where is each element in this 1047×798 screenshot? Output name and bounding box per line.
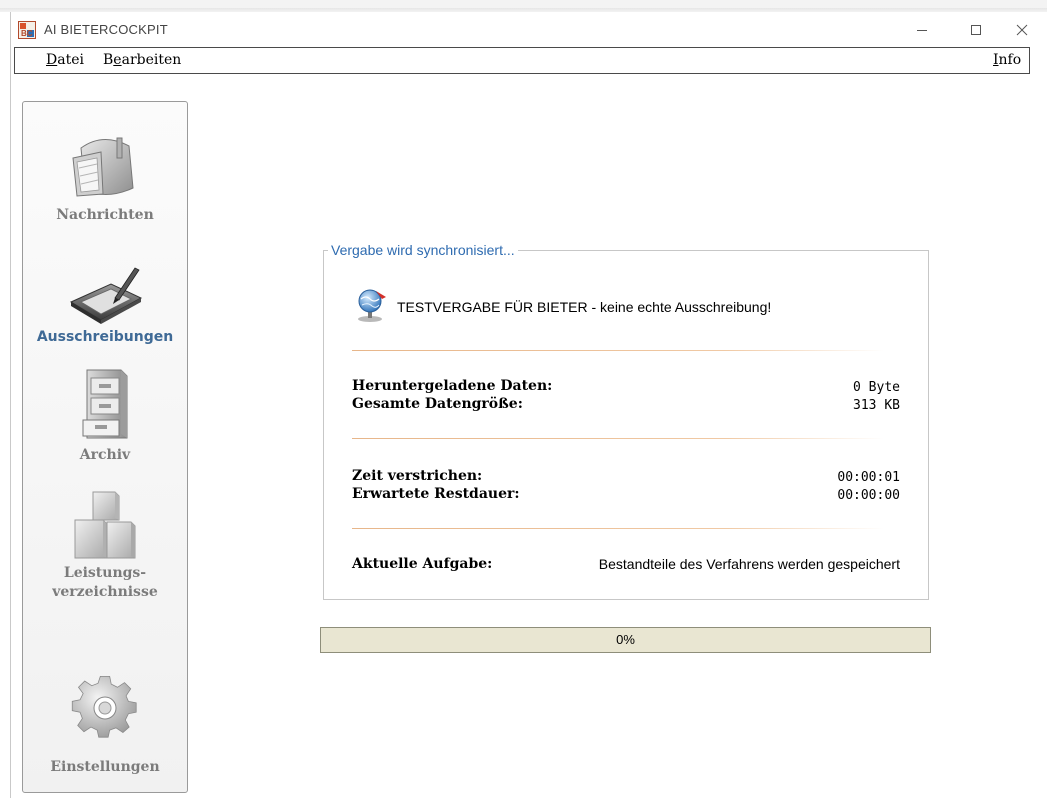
sync-progress-bar: 0%	[320, 627, 931, 653]
window-title: AI BIETERCOCKPIT	[44, 22, 168, 37]
menu-bar: Datei Bearbeiten Info	[14, 47, 1030, 74]
sidebar-item-label: verzeichnisse	[52, 584, 158, 600]
sidebar-item-ausschreibungen[interactable]: Ausschreibungen	[23, 242, 187, 352]
remaining-time-value: 00:00:00	[837, 488, 900, 503]
downloaded-data-label: Heruntergeladene Daten:	[352, 378, 553, 394]
mailbox-icon	[72, 137, 134, 197]
globe-antenna-icon	[358, 289, 386, 322]
sidebar-item-label: Einstellungen	[50, 759, 160, 775]
signature-pad-icon	[69, 267, 143, 324]
total-size-label: Gesamte Datengröße:	[352, 396, 523, 412]
elapsed-time-value: 00:00:01	[837, 470, 900, 485]
maximize-icon	[971, 25, 981, 35]
separator	[352, 438, 884, 439]
progress-percent-text: 0%	[616, 632, 635, 647]
sidebar-item-nachrichten[interactable]: Nachrichten	[23, 102, 187, 227]
svg-text:BC: BC	[21, 29, 33, 38]
menu-datei[interactable]: Datei	[46, 52, 84, 68]
menu-bearbeiten[interactable]: Bearbeiten	[103, 52, 181, 68]
file-cabinet-icon	[82, 369, 128, 439]
separator	[352, 350, 884, 351]
close-icon	[1016, 24, 1028, 36]
total-size-value: 313 KB	[853, 398, 900, 413]
sidebar-item-einstellungen[interactable]: Einstellungen	[23, 662, 187, 787]
gear-icon	[71, 675, 137, 738]
current-task-label: Aktuelle Aufgabe:	[352, 556, 493, 572]
minimize-button[interactable]	[899, 16, 945, 44]
sidebar-item-label: Ausschreibungen	[36, 329, 174, 345]
blocks-icon	[74, 491, 136, 559]
menu-info[interactable]: Info	[993, 52, 1021, 68]
close-button[interactable]	[999, 16, 1045, 44]
sync-progress-panel: Vergabe wird synchronisiert... TESTVERGA…	[323, 242, 929, 600]
maximize-button[interactable]	[953, 16, 999, 44]
sidebar-item-label: Nachrichten	[56, 207, 154, 223]
app-logo-icon: BC	[18, 21, 36, 39]
desktop-background-strip	[0, 0, 1047, 12]
panel-legend: Vergabe wird synchronisiert...	[328, 242, 518, 258]
title-bar[interactable]: BC AI BIETERCOCKPIT	[11, 12, 1047, 48]
remaining-time-label: Erwartete Restdauer:	[352, 486, 520, 502]
downloaded-data-value: 0 Byte	[853, 380, 900, 395]
current-task-value: Bestandteile des Verfahrens werden gespe…	[598, 556, 900, 572]
sidebar-item-archiv[interactable]: Archiv	[23, 358, 187, 468]
vergabe-title: TESTVERGABE FÜR BIETER - keine echte Aus…	[397, 299, 772, 315]
elapsed-time-label: Zeit verstrichen:	[352, 468, 483, 484]
sidebar-nav: Nachrichten Ausschreibungen Archiv Leist…	[22, 101, 188, 793]
sidebar-item-label: Leistungs-	[63, 565, 147, 581]
sidebar-item-leistungsverzeichnisse[interactable]: Leistungs- verzeichnisse	[23, 480, 187, 610]
minimize-icon	[917, 30, 927, 31]
separator	[352, 528, 884, 529]
sidebar-item-label: Archiv	[79, 447, 131, 463]
